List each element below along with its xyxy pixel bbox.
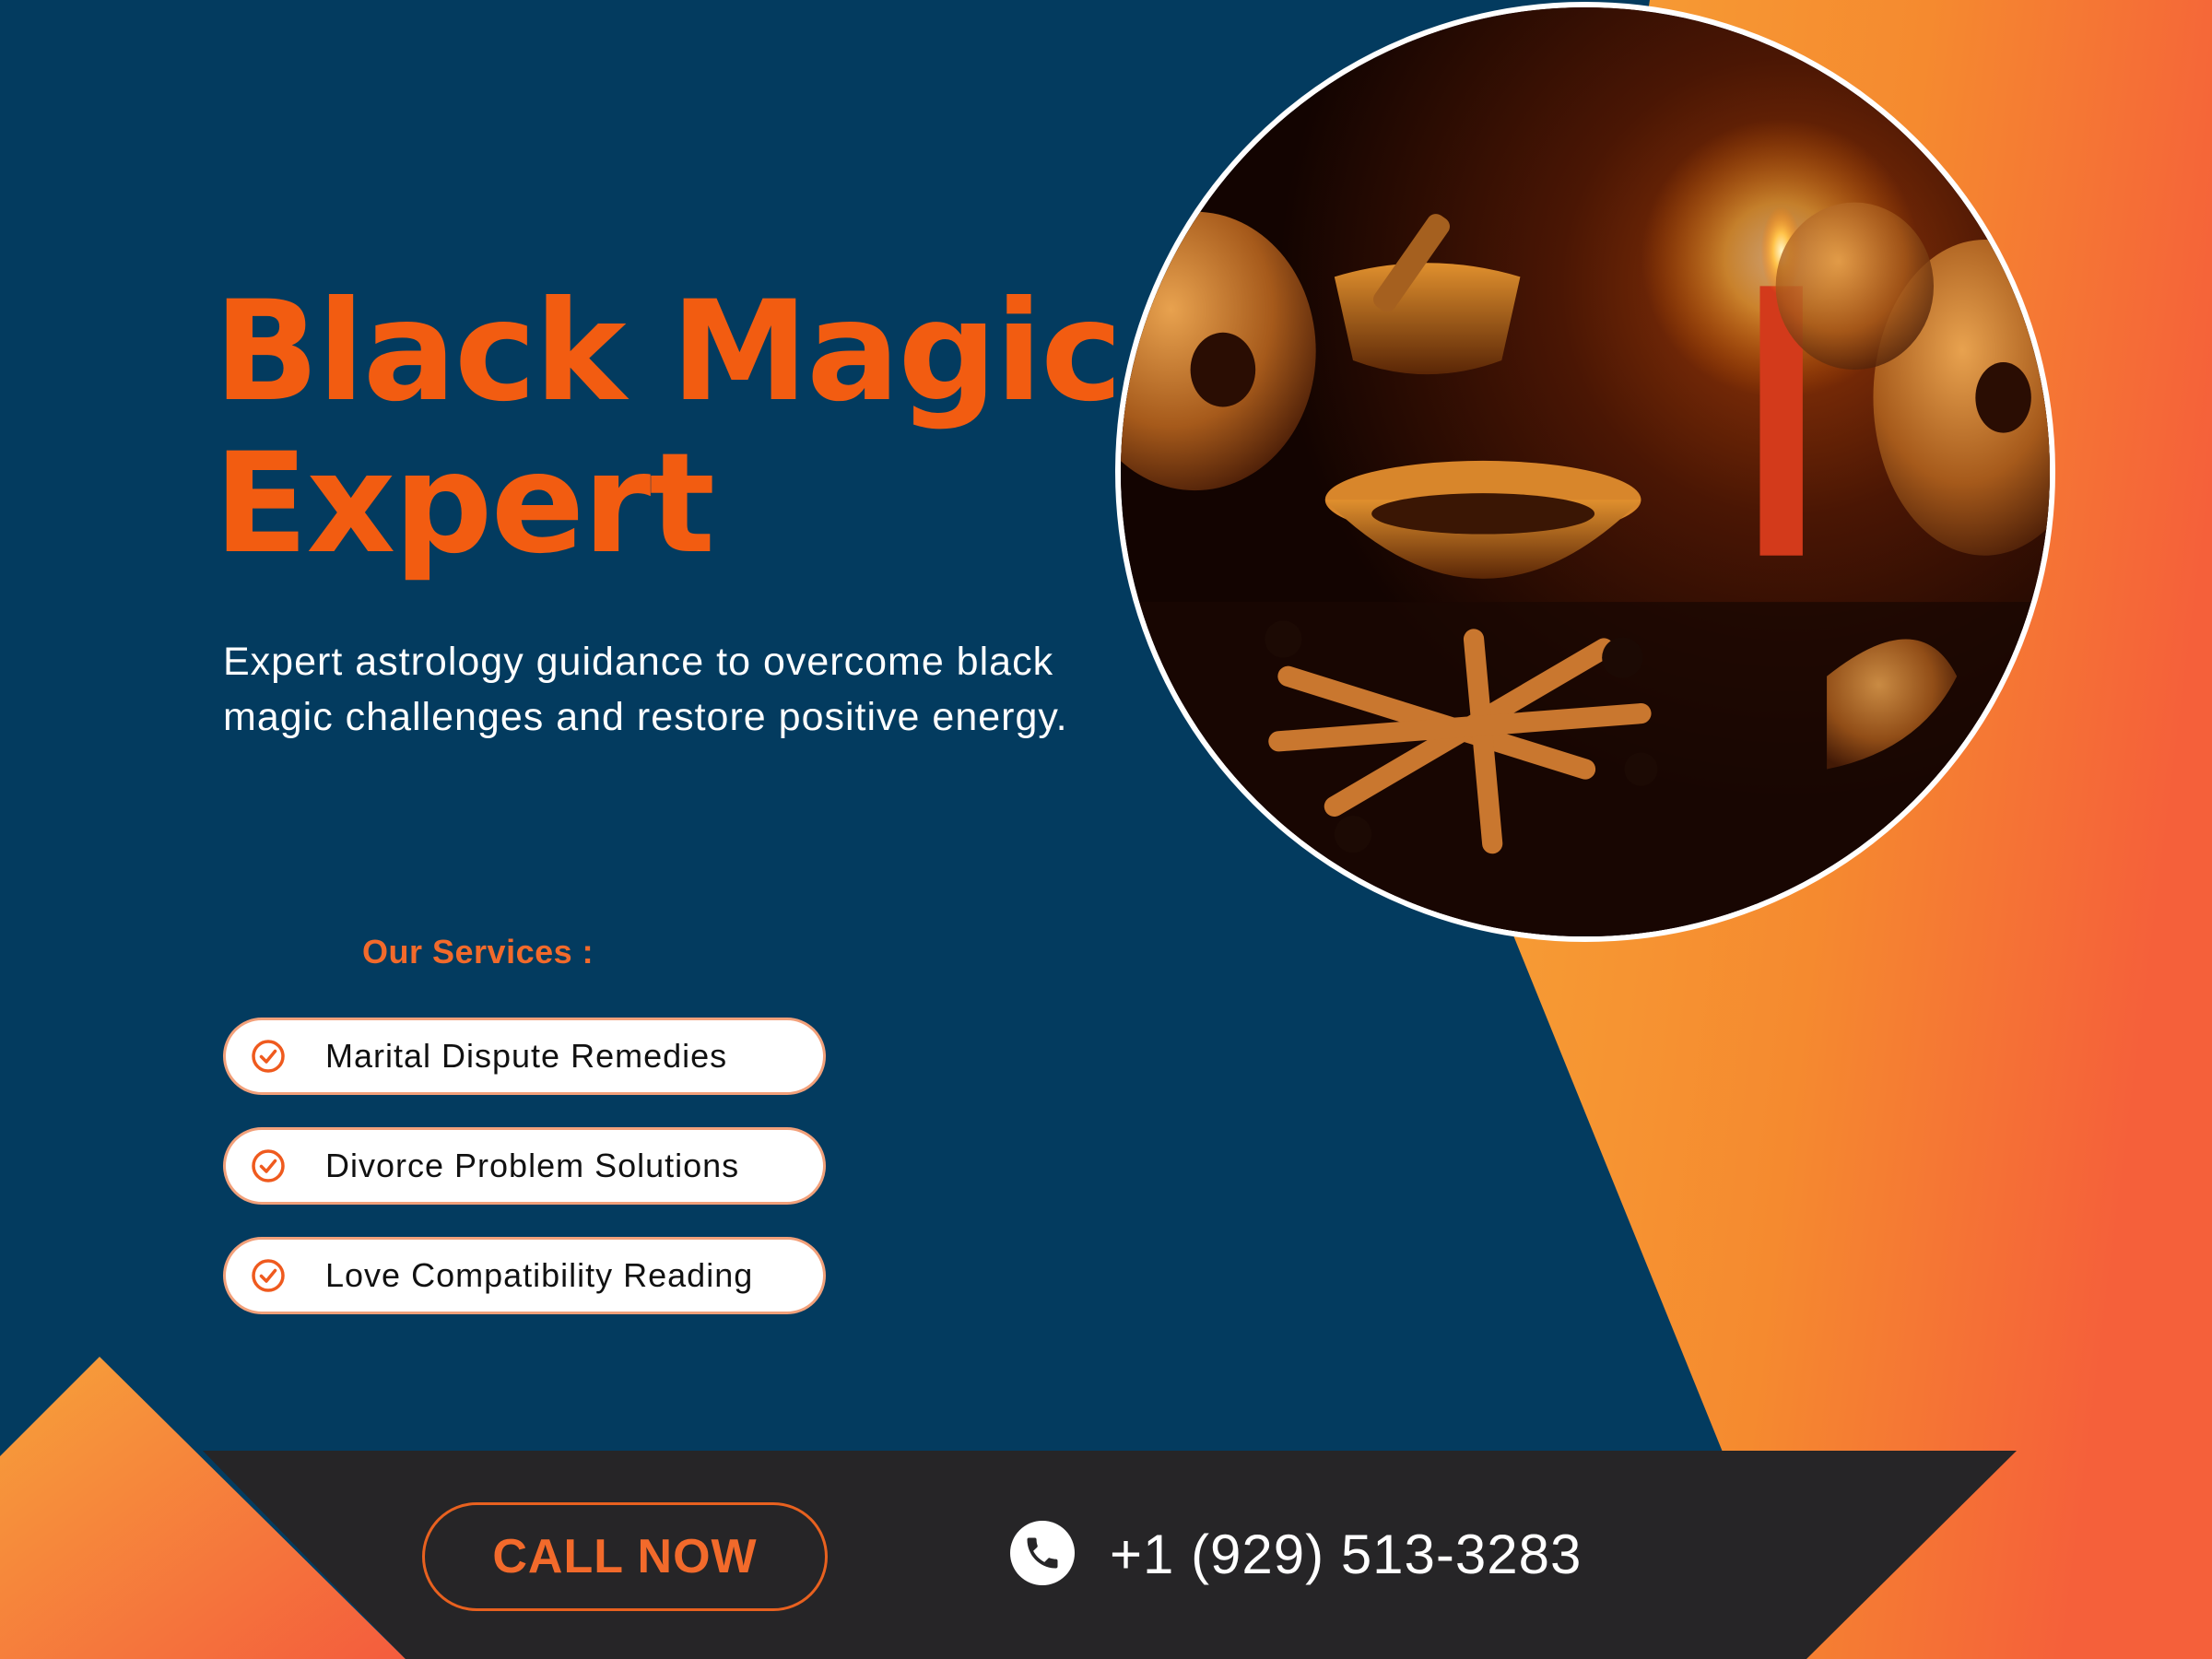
service-pill-marital: Marital Dispute Remedies: [223, 1018, 826, 1095]
service-label: Love Compatibility Reading: [325, 1256, 754, 1294]
page-title: Black Magic Expert: [214, 276, 1135, 581]
call-now-button[interactable]: CALL NOW: [422, 1502, 828, 1611]
check-circle-icon: [248, 1146, 288, 1186]
service-pill-divorce: Divorce Problem Solutions: [223, 1127, 826, 1205]
check-circle-icon: [248, 1036, 288, 1077]
skull-back: [1775, 202, 1934, 371]
title-line-1: Black Magic: [214, 272, 1123, 432]
title-line-2: Expert: [214, 424, 715, 584]
service-label: Divorce Problem Solutions: [325, 1147, 740, 1184]
hero-subtitle: Expert astrology guidance to overcome bl…: [223, 640, 1068, 739]
services-heading: Our Services :: [362, 933, 594, 971]
service-pill-love: Love Compatibility Reading: [223, 1237, 826, 1314]
ritual-photo: [1115, 2, 2055, 942]
service-label: Marital Dispute Remedies: [325, 1037, 728, 1075]
phone-icon[interactable]: [1010, 1521, 1075, 1585]
check-circle-icon: [248, 1255, 288, 1296]
phone-number[interactable]: +1 (929) 513-3283: [1110, 1523, 1582, 1587]
